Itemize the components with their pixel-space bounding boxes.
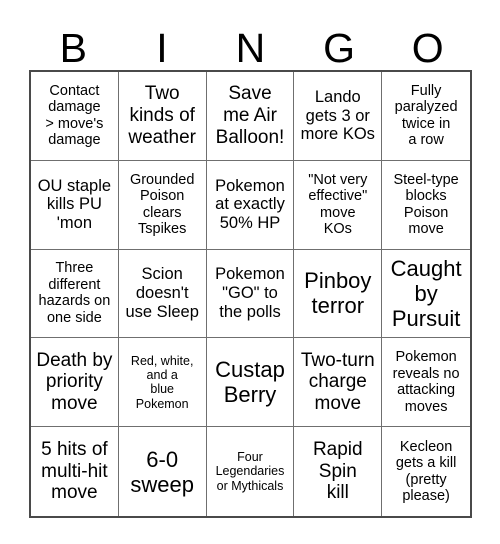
bingo-cell-label: Scion doesn't use Sleep (125, 265, 199, 321)
bingo-cell-label: Fully paralyzed twice in a row (394, 82, 458, 149)
bingo-card: B I N G O Contact damage > move's damage… (0, 0, 500, 544)
bingo-cell-label: Two kinds of weather (128, 83, 196, 148)
bingo-cell-r2c5[interactable]: Steel-type blocks Poison move (382, 160, 470, 250)
bingo-cell-label: Grounded Poison clears Tspikes (129, 171, 195, 238)
bingo-cell-r3c1[interactable]: Three different hazards on one side (31, 249, 119, 339)
header-letter-b: B (59, 25, 87, 71)
bingo-cell-label: Pokemon "GO" to the polls (215, 265, 285, 321)
bingo-cell-label: "Not very effective" move KOs (308, 171, 368, 238)
bingo-cell-label: Contact damage > move's damage (45, 82, 104, 149)
bingo-cell-r2c3[interactable]: Pokemon at exactly 50% HP (206, 160, 295, 250)
bingo-cell-label: Rapid Spin kill (312, 439, 363, 504)
bingo-cell-label: Lando gets 3 or more KOs (300, 87, 375, 144)
bingo-cell-label: Three different hazards on one side (38, 260, 111, 326)
bingo-grid: Contact damage > move's damage Two kinds … (29, 70, 472, 518)
bingo-cell-r2c2[interactable]: Grounded Poison clears Tspikes (118, 160, 207, 250)
bingo-cell-r2c4[interactable]: "Not very effective" move KOs (294, 160, 383, 250)
bingo-cell-label: OU staple kills PU 'mon (37, 176, 112, 233)
bingo-cell-label: Four Legendaries or Mythicals (215, 450, 285, 493)
bingo-cell-label: Kecleon gets a kill (pretty please) (395, 438, 457, 505)
bingo-cell-r3c4[interactable]: Pinboy terror (294, 249, 383, 339)
bingo-cell-r5c4[interactable]: Rapid Spin kill (294, 427, 383, 516)
header-letter-g: G (323, 25, 356, 71)
bingo-cell-r4c2[interactable]: Red, white, and a blue Pokemon (118, 338, 207, 428)
bingo-cell-r1c2[interactable]: Two kinds of weather (118, 72, 207, 161)
bingo-cell-r1c1[interactable]: Contact damage > move's damage (31, 72, 119, 161)
bingo-cell-label: Pinboy terror (304, 268, 372, 319)
bingo-cell-r3c5[interactable]: Caught by Pursuit (382, 249, 470, 339)
bingo-cell-label: Red, white, and a blue Pokemon (130, 353, 194, 411)
bingo-cell-r5c1[interactable]: 5 hits of multi-hit move (31, 427, 119, 516)
bingo-cell-label: Save me Air Balloon! (215, 83, 285, 148)
bingo-cell-r5c3[interactable]: Four Legendaries or Mythicals (206, 427, 295, 516)
bingo-cell-r5c5[interactable]: Kecleon gets a kill (pretty please) (382, 427, 470, 516)
bingo-cell-r4c5[interactable]: Pokemon reveals no attacking moves (382, 338, 470, 428)
bingo-cell-r3c3[interactable]: Pokemon "GO" to the polls (206, 249, 295, 339)
bingo-cell-r4c4[interactable]: Two-turn charge move (294, 338, 383, 428)
bingo-cell-r4c1[interactable]: Death by priority move (31, 338, 119, 428)
bingo-cell-label: 5 hits of multi-hit move (41, 439, 108, 504)
bingo-cell-r1c5[interactable]: Fully paralyzed twice in a row (382, 72, 470, 161)
header-letter-o: O (411, 25, 444, 71)
bingo-cell-label: Death by priority move (36, 349, 113, 415)
bingo-cell-label: Steel-type blocks Poison move (393, 171, 459, 238)
header-letter-n: N (235, 25, 266, 71)
bingo-cell-r2c1[interactable]: OU staple kills PU 'mon (31, 160, 119, 250)
bingo-cell-r5c2[interactable]: 6-0 sweep (118, 427, 207, 516)
bingo-cell-label: Pokemon reveals no attacking moves (392, 349, 460, 415)
bingo-cell-r3c2[interactable]: Scion doesn't use Sleep (118, 249, 207, 339)
bingo-cell-label: 6-0 sweep (130, 446, 194, 497)
bingo-cell-r1c3[interactable]: Save me Air Balloon! (206, 72, 295, 161)
header-letter-i: I (156, 25, 168, 71)
bingo-cell-r4c3[interactable]: Custap Berry (206, 338, 295, 428)
bingo-cell-label: Pokemon at exactly 50% HP (215, 176, 285, 233)
bingo-cell-r1c4[interactable]: Lando gets 3 or more KOs (294, 72, 383, 161)
bingo-cell-label: Caught by Pursuit (390, 255, 462, 332)
bingo-header: B I N G O (29, 16, 472, 70)
bingo-cell-label: Custap Berry (215, 357, 285, 408)
bingo-cell-label: Two-turn charge move (300, 349, 375, 415)
